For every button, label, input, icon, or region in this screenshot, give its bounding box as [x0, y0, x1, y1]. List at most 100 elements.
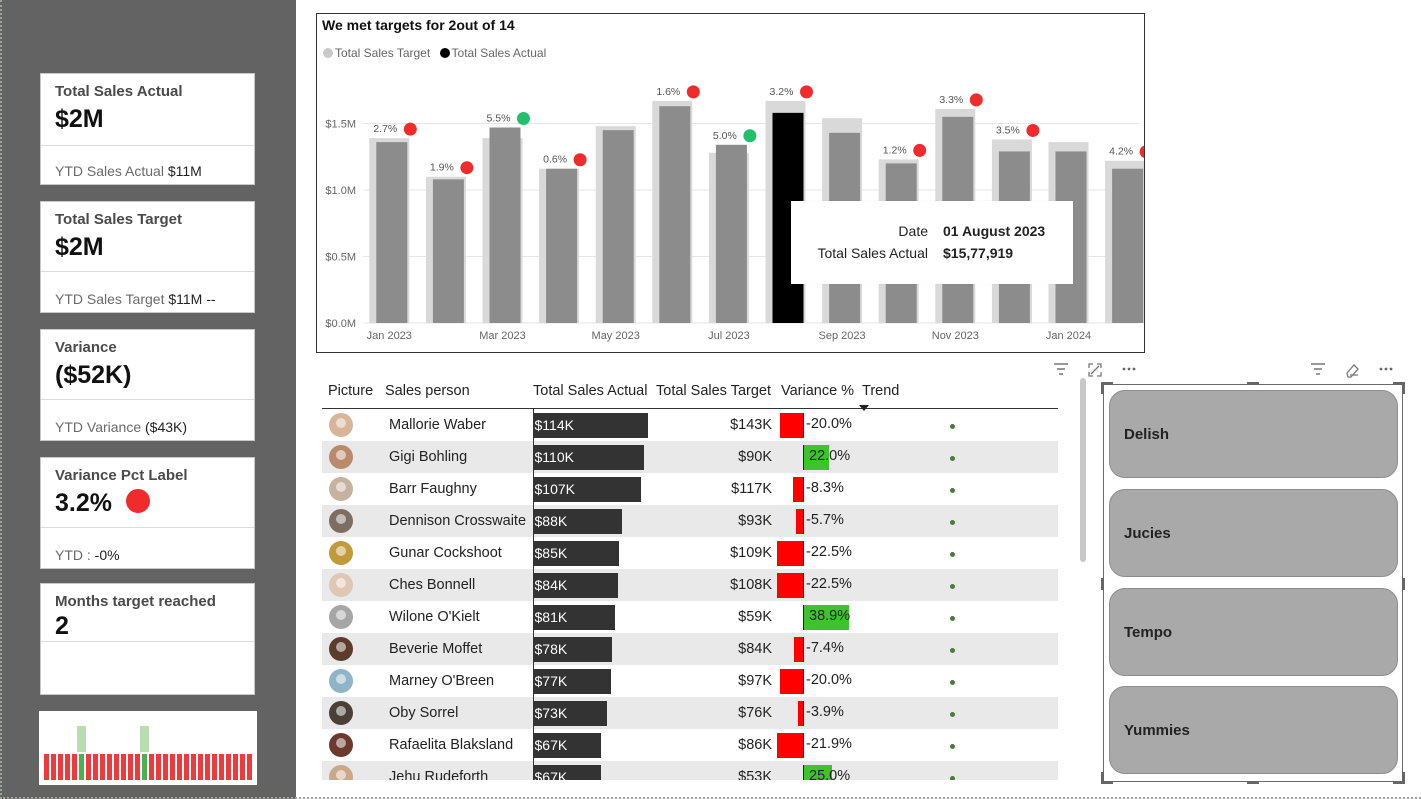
card-value: ($52K) [55, 361, 132, 389]
resize-handle[interactable] [1402, 578, 1405, 590]
avatar-cell [322, 601, 380, 633]
actual-databar: $73K [533, 700, 607, 726]
col-header-total-sales-actual[interactable]: Total Sales Actual [533, 374, 656, 409]
col-header-total-sales-target[interactable]: Total Sales Target [656, 374, 776, 409]
slicer-filter-icon[interactable] [1310, 362, 1326, 379]
actual-bar [715, 144, 747, 323]
cell-text: $53K [738, 769, 772, 780]
actual-cell: $88K [532, 505, 656, 537]
sales-person-table[interactable]: Picture Sales person Total Sales Actual … [322, 374, 1058, 780]
table-row[interactable]: Beverie Moffet $78K $84K -7.4% [322, 633, 1058, 665]
slicer-more-options-icon[interactable] [1378, 360, 1394, 379]
table-row[interactable]: Barr Faughny $107K $117K -8.3% [322, 473, 1058, 505]
trend-cell [858, 473, 1058, 505]
table-row[interactable]: Gunar Cockshoot $85K $109K -22.5% [322, 537, 1058, 569]
sparkline-bar [142, 754, 147, 780]
cell-text: $93K [738, 513, 772, 529]
focus-mode-icon[interactable] [1087, 362, 1103, 381]
cell-text: $107K [534, 481, 575, 497]
resize-handle[interactable] [1101, 772, 1104, 784]
cell-text: $84K [738, 641, 772, 657]
col-header-variance-pct[interactable]: Variance % [776, 374, 858, 409]
table-row[interactable]: Jehu Rudeforth $67K $53K 25.0% [322, 761, 1058, 780]
table-row[interactable]: Wilone O'Kielt $81K $59K 38.9% [322, 601, 1058, 633]
table-row[interactable]: Dennison Crosswaite $88K $93K -5.7% [322, 505, 1058, 537]
cell-text: -22.5% [806, 544, 852, 560]
sparkline-bar [121, 754, 126, 780]
cell-text: -7.4% [806, 640, 844, 656]
col-header-picture[interactable]: Picture [322, 374, 380, 409]
resize-handle[interactable] [1402, 382, 1405, 394]
trend-sparkline [950, 616, 955, 621]
slicer-item-jucies[interactable]: Jucies [1109, 489, 1398, 577]
card-variance[interactable]: Variance ($52K) YTD Variance ($43K) [40, 329, 255, 441]
avatar [329, 733, 353, 757]
table-scrollbar[interactable] [1080, 378, 1086, 562]
table-row[interactable]: Oby Sorrel $73K $76K -3.9% [322, 697, 1058, 729]
slicer-item-delish[interactable]: Delish [1109, 390, 1398, 478]
col-header-sales-person[interactable]: Sales person [380, 374, 533, 409]
sales-person-name: Wilone O'Kielt [389, 609, 480, 625]
sparkline-bar [170, 754, 175, 780]
variance-data-label: 3.3% [939, 94, 963, 106]
chart-tooltip: Date 01 August 2023 Total Sales Actual $15… [791, 201, 1073, 284]
actual-databar: $114K [533, 412, 648, 438]
table-row[interactable]: Marney O'Breen $77K $97K -20.0% [322, 665, 1058, 697]
sparkline-bar [128, 754, 133, 780]
variance-data-label: 3.2% [770, 86, 794, 98]
more-options-icon[interactable] [1121, 360, 1137, 379]
card-title: Months target reached [55, 593, 216, 610]
resize-handle[interactable] [1101, 382, 1104, 394]
trend-cell [858, 505, 1058, 537]
resize-handle[interactable] [1402, 772, 1405, 784]
tooltip-sales-value: $15,77,919 [943, 245, 1014, 261]
target-cell: $84K [656, 633, 776, 665]
page-border [0, 795, 1421, 799]
target-cell: $59K [656, 601, 776, 633]
sales-person-cell: Barr Faughny [380, 473, 533, 505]
clear-selections-eraser-icon[interactable] [1344, 362, 1360, 381]
table-row[interactable]: Gigi Bohling $110K $90K 22.0% [322, 441, 1058, 473]
card-total-sales-target[interactable]: Total Sales Target $2M YTD Sales Target … [40, 201, 255, 313]
avatar [329, 637, 353, 661]
table-row[interactable]: Rafaelita Blaksland $67K $86K -21.9% [322, 729, 1058, 761]
target-cell: $117K [656, 473, 776, 505]
col-header-trend[interactable]: Trend [858, 374, 1058, 411]
table-row[interactable]: Ches Bonnell $84K $108K -22.5% [322, 569, 1058, 601]
avatar [329, 509, 353, 533]
variance-axis [803, 637, 804, 662]
sparkline-bar [149, 754, 154, 780]
cell-text: $84K [534, 577, 568, 593]
cell-text: $143K [730, 417, 772, 433]
trend-sparkline [950, 776, 955, 780]
variance-axis [803, 701, 804, 726]
sparkline-bar [86, 754, 91, 780]
card-variance-pct[interactable]: Variance Pct Label 3.2% YTD : -0% [40, 457, 255, 569]
slicer-item-tempo[interactable]: Tempo [1109, 588, 1398, 676]
target-cell: $53K [656, 761, 776, 780]
cell-text: $73K [534, 705, 568, 721]
resize-handle[interactable] [1101, 578, 1104, 590]
card-value: 3.2% [55, 489, 150, 518]
category-slicer[interactable]: Delish Jucies Tempo Yummies [1101, 382, 1405, 784]
table-row[interactable]: Mallorie Waber $114K $143K -20.0% [322, 408, 1058, 441]
variance-cell: 25.0% [776, 761, 858, 780]
card-months-target-reached[interactable]: Months target reached 2 [40, 583, 255, 695]
card-total-sales-actual[interactable]: Total Sales Actual $2M YTD Sales Actual … [40, 73, 255, 185]
resize-handle[interactable] [1247, 382, 1259, 385]
resize-handle[interactable] [1247, 781, 1259, 784]
target-cell: $97K [656, 665, 776, 697]
variance-bar [779, 413, 803, 438]
monthly-sales-chart[interactable]: We met targets for 2out of 14 Total Sale… [316, 13, 1145, 353]
actual-databar: $107K [533, 476, 641, 502]
cell-text: 25.0% [809, 768, 851, 780]
cell-text: $108K [730, 577, 772, 593]
months-sparkline[interactable] [39, 711, 257, 785]
card-title: Variance [55, 339, 117, 356]
card-subtitle: YTD Variance ($43K) [55, 419, 188, 435]
actual-cell: $85K [532, 537, 656, 569]
status-dot [1026, 123, 1040, 137]
avatar [329, 541, 353, 565]
trend-sparkline [950, 744, 955, 749]
slicer-item-yummies[interactable]: Yummies [1109, 686, 1398, 774]
